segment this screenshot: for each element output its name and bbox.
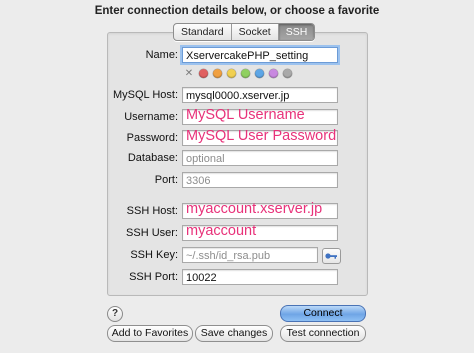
connect-button[interactable]: Connect — [280, 305, 366, 322]
mysql-host-field[interactable]: mysql0000.xserver.jp — [182, 87, 338, 103]
port-label: Port: — [154, 174, 178, 186]
key-icon — [325, 253, 337, 259]
ssh-user-label: SSH User: — [126, 227, 178, 239]
color-swatch-green[interactable] — [241, 69, 250, 78]
tab-standard[interactable]: Standard — [174, 24, 232, 40]
password-annotation: MySQL User Password — [186, 128, 337, 144]
database-field[interactable]: optional — [182, 150, 338, 166]
ssh-key-picker-button[interactable] — [322, 248, 341, 264]
color-swatch-purple[interactable] — [269, 69, 278, 78]
mysql-host-label: MySQL Host: — [113, 89, 178, 101]
name-field[interactable]: XservercakePHP_setting — [182, 47, 338, 63]
color-swatch-gray[interactable] — [283, 69, 292, 78]
ssh-key-label: SSH Key: — [130, 249, 178, 261]
add-to-favorites-button[interactable]: Add to Favorites — [107, 325, 193, 342]
color-swatch-red[interactable] — [199, 69, 208, 78]
tab-socket[interactable]: Socket — [232, 24, 279, 40]
connection-type-tabs: Standard Socket SSH — [173, 23, 316, 41]
port-field[interactable]: 3306 — [182, 172, 338, 188]
ssh-port-field[interactable]: 10022 — [182, 269, 338, 285]
ssh-host-label: SSH Host: — [126, 205, 178, 217]
username-label: Username: — [124, 111, 178, 123]
password-label: Password: — [126, 132, 178, 144]
username-annotation: MySQL Username — [186, 107, 305, 123]
ssh-key-field[interactable]: ~/.ssh/id_rsa.pub — [182, 247, 318, 263]
color-swatch-yellow[interactable] — [227, 69, 236, 78]
color-swatch-blue[interactable] — [255, 69, 264, 78]
help-button[interactable]: ? — [107, 306, 123, 322]
ssh-host-annotation: myaccount.xserver.jp — [186, 201, 323, 217]
color-swatch-orange[interactable] — [213, 69, 222, 78]
clear-color-icon[interactable]: ✕ — [184, 68, 194, 79]
favorite-color-picker: ✕ — [184, 68, 292, 79]
ssh-port-label: SSH Port: — [129, 271, 178, 283]
save-changes-button[interactable]: Save changes — [195, 325, 273, 342]
window-title: Enter connection details below, or choos… — [94, 5, 380, 17]
database-label: Database: — [127, 152, 178, 164]
test-connection-button[interactable]: Test connection — [280, 325, 366, 342]
name-label: Name: — [145, 49, 178, 61]
ssh-user-annotation: myaccount — [186, 223, 257, 239]
tab-ssh[interactable]: SSH — [278, 24, 315, 40]
